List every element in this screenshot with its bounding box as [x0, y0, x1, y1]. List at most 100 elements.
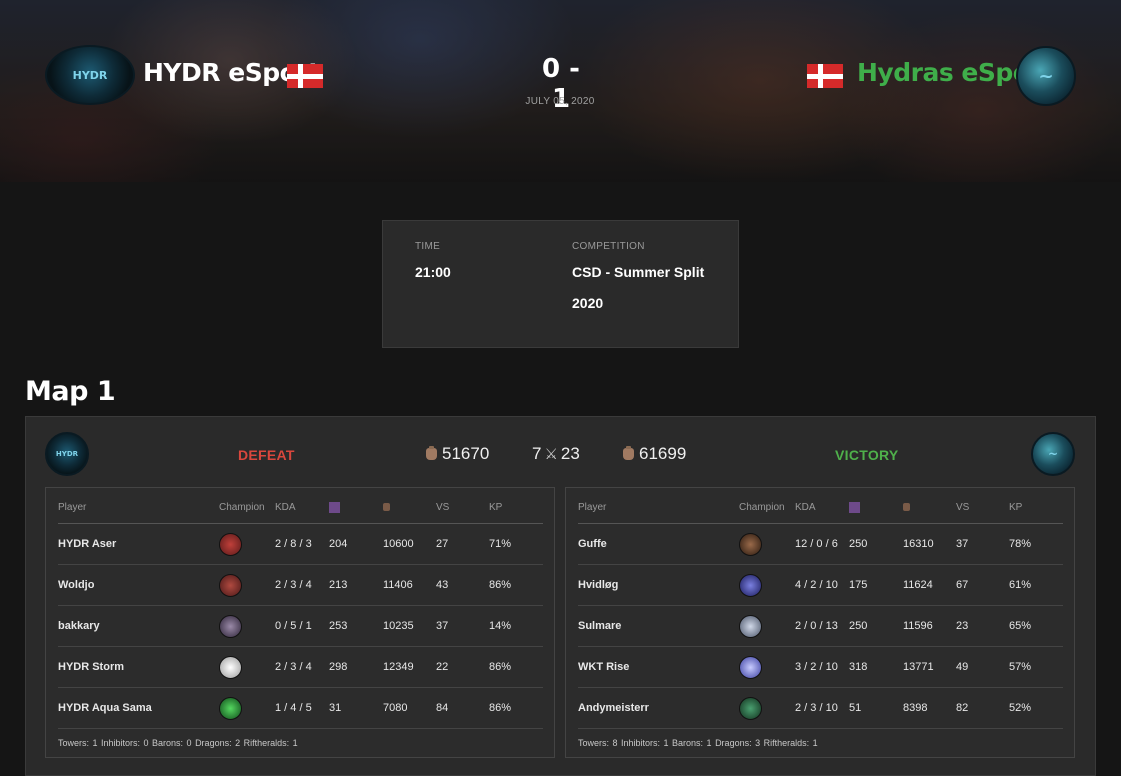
home-objectives: Towers: 1 Inhibitors: 0 Barons: 0 Dragon… — [58, 738, 298, 748]
player-name[interactable]: HYDR Aqua Sama — [58, 688, 152, 729]
player-name[interactable]: Andymeisterr — [578, 688, 649, 729]
gold: 12349 — [383, 661, 414, 673]
vision-score: 37 — [436, 620, 449, 632]
player-name[interactable]: Guffe — [578, 524, 607, 565]
kda: 0 / 5 / 1 — [275, 620, 312, 632]
kill-participation: 52% — [1009, 702, 1032, 714]
vision-score: 23 — [956, 620, 969, 632]
player-name[interactable]: Woldjo — [58, 565, 94, 606]
away-result: VICTORY — [835, 447, 899, 463]
gold-bag-icon — [903, 503, 910, 511]
col-champion: Champion — [219, 502, 265, 513]
gold: 11596 — [903, 620, 933, 632]
champion-icon — [219, 533, 242, 556]
kill-participation: 86% — [489, 579, 512, 591]
kda: 4 / 2 / 10 — [795, 579, 838, 591]
match-date: JULY 05, 2020 — [525, 96, 595, 107]
player-name[interactable]: Sulmare — [578, 606, 621, 647]
player-name[interactable]: HYDR Aser — [58, 524, 116, 565]
table-row[interactable]: Sulmare 2 / 0 / 13 250 11596 23 65% — [578, 606, 1063, 647]
player-name[interactable]: HYDR Storm — [58, 647, 124, 688]
home-team-logo-text: HYDR — [55, 450, 79, 458]
kda: 2 / 3 / 4 — [275, 661, 312, 673]
col-player: Player — [578, 502, 607, 513]
gold: 10235 — [383, 620, 414, 632]
kda: 2 / 3 / 10 — [795, 702, 838, 714]
player-name[interactable]: Hvidløg — [578, 565, 618, 606]
vision-score: 43 — [436, 579, 449, 591]
dragon-icon: ~ — [1038, 65, 1054, 87]
vision-score: 22 — [436, 661, 449, 673]
table-row[interactable]: HYDR Aqua Sama 1 / 4 / 5 31 7080 84 86% — [58, 688, 543, 729]
col-player: Player — [58, 502, 87, 513]
cs: 253 — [329, 620, 348, 632]
col-champion: Champion — [739, 502, 785, 513]
cs: 31 — [329, 702, 342, 714]
champion-icon — [219, 656, 242, 679]
champion-icon — [739, 615, 762, 638]
gold: 11624 — [903, 579, 933, 591]
champion-icon — [219, 697, 242, 720]
col-vs: VS — [436, 502, 450, 513]
home-kills: 7 — [532, 444, 542, 463]
home-team-logo[interactable]: HYDR — [45, 45, 135, 105]
cs: 204 — [329, 538, 348, 550]
col-cs — [849, 502, 860, 515]
player-name[interactable]: WKT Rise — [578, 647, 629, 688]
champion-icon — [739, 697, 762, 720]
ward-icon — [329, 502, 340, 513]
table-row[interactable]: bakkary 0 / 5 / 1 253 10235 37 14% — [58, 606, 543, 647]
col-vs: VS — [956, 502, 970, 513]
cs: 318 — [849, 661, 868, 673]
home-team-small-logo: HYDR — [45, 432, 89, 476]
vision-score: 27 — [436, 538, 449, 550]
col-gold — [383, 502, 390, 513]
kda: 2 / 0 / 13 — [795, 620, 838, 632]
kda: 1 / 4 / 5 — [275, 702, 312, 714]
kda: 12 / 0 / 6 — [795, 538, 838, 550]
gold-bag-icon — [383, 503, 390, 511]
table-row[interactable]: HYDR Aser 2 / 8 / 3 204 10600 27 71% — [58, 524, 543, 565]
kill-participation: 78% — [1009, 538, 1032, 550]
map-title: Map 1 — [25, 376, 116, 407]
vision-score: 82 — [956, 702, 969, 714]
kill-participation: 86% — [489, 702, 512, 714]
competition-value: CSD - Summer Split 2020 — [572, 257, 704, 319]
table-row[interactable]: Guffe 12 / 0 / 6 250 16310 37 78% — [578, 524, 1063, 565]
denmark-flag-icon — [807, 64, 843, 88]
cs: 175 — [849, 579, 868, 591]
gold: 8398 — [903, 702, 928, 714]
kda: 2 / 3 / 4 — [275, 579, 312, 591]
home-result: DEFEAT — [238, 447, 295, 463]
kill-participation: 65% — [1009, 620, 1032, 632]
table-row[interactable]: WKT Rise 3 / 2 / 10 318 13771 49 57% — [578, 647, 1063, 688]
col-gold — [903, 502, 910, 513]
vision-score: 67 — [956, 579, 969, 591]
champion-icon — [739, 656, 762, 679]
away-team-logo[interactable]: ~ — [1016, 46, 1076, 106]
gold: 16310 — [903, 538, 934, 550]
kda: 3 / 2 / 10 — [795, 661, 838, 673]
away-gold-value: 61699 — [639, 444, 687, 463]
vision-score: 84 — [436, 702, 449, 714]
gold: 13771 — [903, 661, 934, 673]
time-value: 21:00 — [415, 264, 451, 280]
kda: 2 / 8 / 3 — [275, 538, 312, 550]
gold: 7080 — [383, 702, 408, 714]
table-row[interactable]: Andymeisterr 2 / 3 / 10 51 8398 82 52% — [578, 688, 1063, 729]
gold: 10600 — [383, 538, 414, 550]
away-team-stats-table: Player Champion KDA VS KP Guffe 12 / 0 /… — [565, 487, 1075, 758]
time-label: TIME — [415, 241, 441, 252]
champion-icon — [219, 615, 242, 638]
vision-score: 49 — [956, 661, 969, 673]
table-row[interactable]: Hvidløg 4 / 2 / 10 175 11624 67 61% — [578, 565, 1063, 606]
cs: 213 — [329, 579, 348, 591]
champion-icon — [739, 574, 762, 597]
away-objectives: Towers: 8 Inhibitors: 1 Barons: 1 Dragon… — [578, 738, 818, 748]
table-row[interactable]: HYDR Storm 2 / 3 / 4 298 12349 22 86% — [58, 647, 543, 688]
competition-label: COMPETITION — [572, 241, 645, 252]
competition-year: 2020 — [572, 295, 604, 311]
col-kp: KP — [1009, 502, 1023, 513]
table-row[interactable]: Woldjo 2 / 3 / 4 213 11406 43 86% — [58, 565, 543, 606]
player-name[interactable]: bakkary — [58, 606, 100, 647]
